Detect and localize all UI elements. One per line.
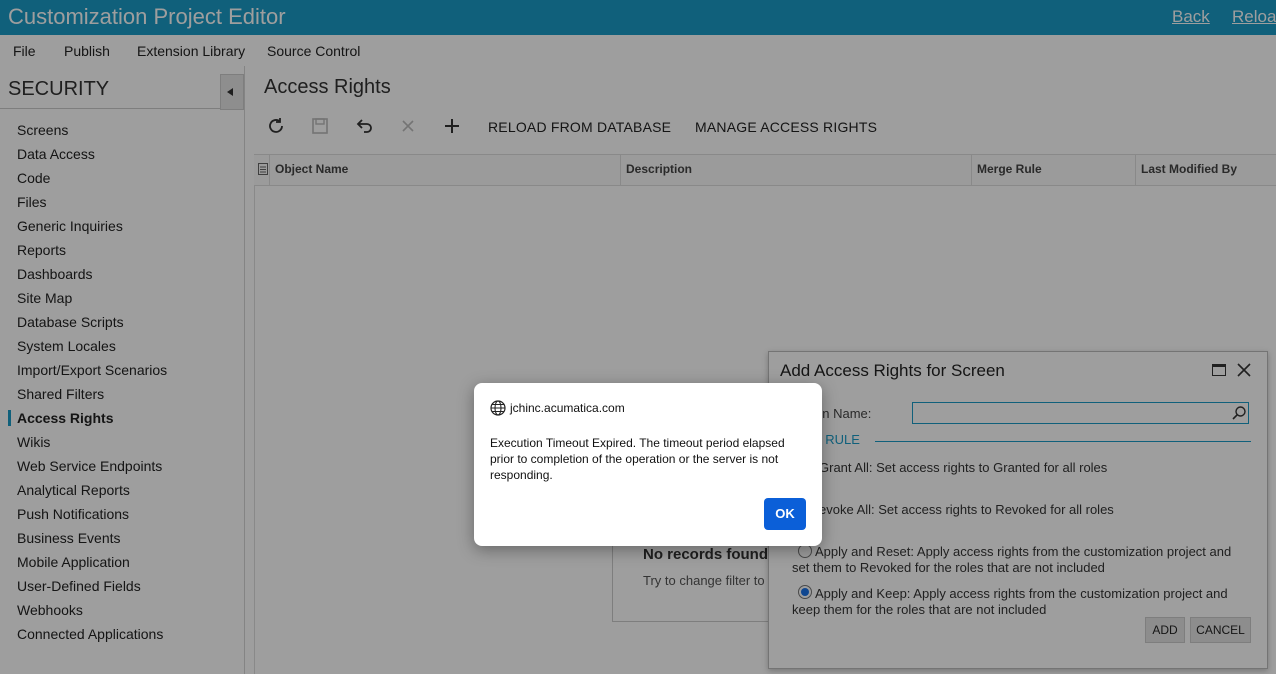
option-grant-all-text: Grant All: Set access rights to Granted … (819, 460, 1108, 475)
ok-button[interactable]: OK (764, 498, 806, 530)
alert-dialog: jchinc.acumatica.com Execution Timeout E… (474, 383, 822, 546)
option-apply-and-keep-line2: keep them for the roles that are not inc… (792, 602, 1047, 617)
option-apply-and-reset[interactable]: Apply and Reset: Apply access rights fro… (792, 544, 1252, 576)
option-apply-and-reset-line2: set them to Revoked for the roles that a… (792, 560, 1105, 575)
screen-name-label: en Name: (815, 406, 872, 421)
option-revoke-all-text: evoke All: Set access rights to Revoked … (819, 502, 1114, 517)
option-apply-and-reset-line1: Apply and Reset: Apply access rights fro… (815, 544, 1232, 559)
search-icon[interactable] (1231, 405, 1247, 421)
section-divider (875, 441, 1251, 442)
globe-icon (490, 400, 506, 416)
option-apply-and-keep[interactable]: Apply and Keep: Apply access rights from… (792, 586, 1252, 618)
dialog-message: Execution Timeout Expired. The timeout p… (490, 436, 785, 482)
panel-title: Add Access Rights for Screen (780, 361, 1005, 380)
option-apply-and-keep-line1: Apply and Keep: Apply access rights from… (815, 586, 1228, 601)
close-icon[interactable] (1235, 361, 1253, 379)
add-button[interactable]: ADD (1145, 617, 1185, 643)
screen-name-input[interactable] (912, 402, 1249, 424)
option-grant-all[interactable]: Grant All: Set access rights to Granted … (819, 460, 1107, 476)
option-revoke-all[interactable]: evoke All: Set access rights to Revoked … (819, 502, 1114, 518)
maximize-icon[interactable] (1212, 364, 1226, 376)
dialog-origin: jchinc.acumatica.com (510, 401, 625, 415)
cancel-button[interactable]: CANCEL (1190, 617, 1251, 643)
add-access-rights-panel: Add Access Rights for Screen en Name: E … (768, 351, 1268, 669)
